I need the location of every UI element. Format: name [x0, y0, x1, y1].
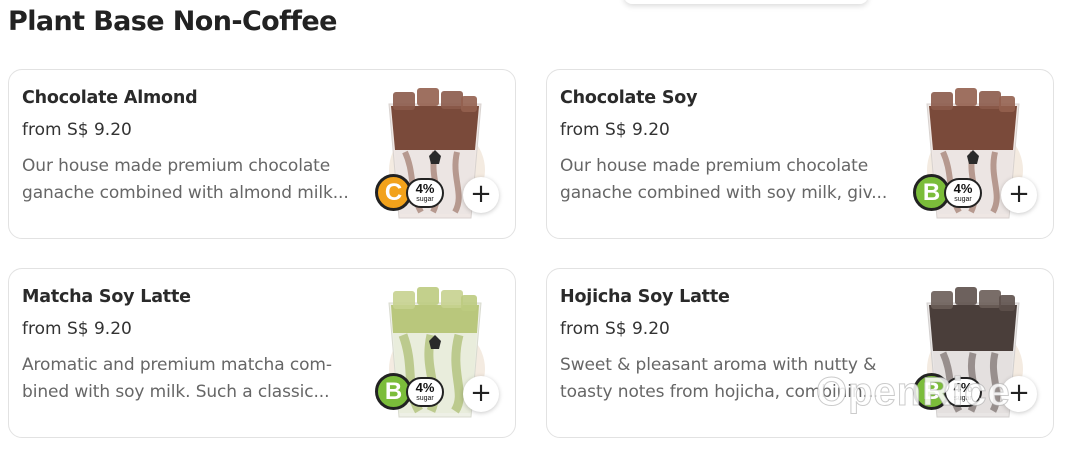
description-line: bined with soy milk. Such a classic...: [22, 382, 330, 402]
sugar-label: sugar: [954, 196, 972, 203]
product-name: Hojicha Soy Latte: [560, 287, 730, 307]
product-price: from S$ 9.20: [22, 120, 132, 140]
description-line: Sweet & pleasant aroma with nutty &: [560, 355, 877, 375]
product-price: from S$ 9.20: [560, 319, 670, 339]
section-title: Plant Base Non-Coffee: [8, 6, 337, 37]
sugar-level-badge: 4% sugar: [944, 377, 982, 407]
add-to-cart-button[interactable]: +: [463, 376, 499, 412]
sugar-percentage: 4%: [415, 380, 435, 395]
product-description: Aromatic and premium matcha com- bined w…: [22, 352, 352, 406]
sugar-percentage: 4%: [953, 181, 973, 196]
description-line: ganache combined with soy milk, giv...: [560, 183, 888, 203]
description-line: Our house made premium chocolate: [22, 156, 331, 176]
sugar-label: sugar: [416, 395, 434, 402]
product-price: from S$ 9.20: [560, 120, 670, 140]
sugar-label: sugar: [954, 395, 972, 402]
description-line: Our house made premium chocolate: [560, 156, 869, 176]
product-card-matcha-soy-latte[interactable]: Matcha Soy Latte from S$ 9.20 Aromatic a…: [8, 268, 516, 438]
product-card-chocolate-almond[interactable]: Chocolate Almond from S$ 9.20 Our house …: [8, 69, 516, 239]
product-description: Our house made premium chocolate ganache…: [560, 153, 890, 207]
sugar-level-badge: 4% sugar: [944, 178, 982, 208]
search-bar-edge: [624, 0, 868, 4]
sugar-label: sugar: [416, 196, 434, 203]
description-line: ganache combined with almond milk...: [22, 183, 349, 203]
product-card-hojicha-soy-latte[interactable]: Hojicha Soy Latte from S$ 9.20 Sweet & p…: [546, 268, 1054, 438]
product-name: Chocolate Almond: [22, 88, 198, 108]
product-description: Sweet & pleasant aroma with nutty & toas…: [560, 352, 890, 406]
sugar-percentage: 4%: [953, 380, 973, 395]
sugar-percentage: 4%: [415, 181, 435, 196]
add-to-cart-button[interactable]: +: [1001, 376, 1037, 412]
description-line: Aromatic and premium matcha com-: [22, 355, 332, 375]
product-card-chocolate-soy[interactable]: Chocolate Soy from S$ 9.20 Our house mad…: [546, 69, 1054, 239]
add-to-cart-button[interactable]: +: [463, 177, 499, 213]
product-price: from S$ 9.20: [22, 319, 132, 339]
sugar-level-badge: 4% sugar: [406, 377, 444, 407]
sugar-level-badge: 4% sugar: [406, 178, 444, 208]
description-line: toasty notes from hojicha, combinin...: [560, 382, 879, 402]
product-name: Chocolate Soy: [560, 88, 698, 108]
product-description: Our house made premium chocolate ganache…: [22, 153, 352, 207]
add-to-cart-button[interactable]: +: [1001, 177, 1037, 213]
product-name: Matcha Soy Latte: [22, 287, 191, 307]
